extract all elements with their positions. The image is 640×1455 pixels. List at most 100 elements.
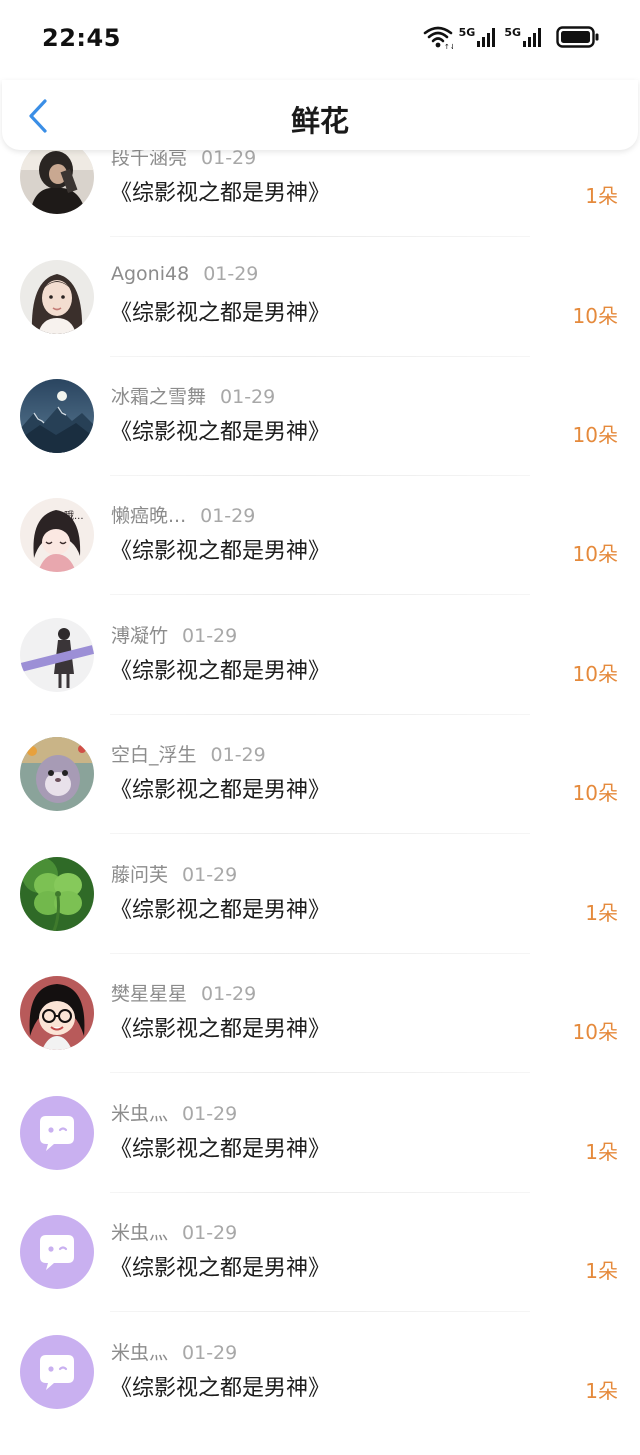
user-name: Agoni48 [111,263,190,285]
date: 01-29 [182,1103,238,1125]
flower-count: 1朵 [585,184,618,208]
date: 01-29 [201,983,257,1005]
user-name: 段千涵亮 [111,147,188,169]
date: 01-29 [182,864,238,886]
date: 01-29 [203,263,259,285]
svg-text:↑↓: ↑↓ [444,43,453,50]
flower-count: 10朵 [572,1020,618,1044]
status-time: 22:45 [42,24,121,52]
divider [110,1072,530,1073]
book-title: 《综影视之都是男神》 [110,539,331,564]
list-item-meta: 米虫灬 01-29 [111,1099,237,1126]
list-item[interactable]: 冰霜之雪舞 01-29 《综影视之都是男神》 10朵 [0,379,640,499]
book-title: 《综影视之都是男神》 [110,1256,331,1281]
list-item[interactable]: Agoni48 01-29 《综影视之都是男神》 10朵 [0,260,640,380]
cartoon-girl-avatar [20,976,94,1050]
list-item-meta: 懒癌晚... 01-29 [111,501,255,528]
user-name: 空白_浮生 [111,744,197,766]
user-name: 樊星星星 [111,983,188,1005]
list-item-meta: 溥凝竹 01-29 [111,621,237,648]
book-title: 《综影视之都是男神》 [110,301,331,326]
divider [110,953,530,954]
list-item-meta: 藤问芙 01-29 [111,860,237,887]
flower-count: 10朵 [572,662,618,686]
book-title: 《综影视之都是男神》 [110,1017,331,1042]
date: 01-29 [210,744,266,766]
date: 01-29 [220,386,276,408]
list-item-meta: Agoni48 01-29 [111,263,258,285]
list-item-meta: 冰霜之雪舞 01-29 [111,382,275,409]
flower-count: 1朵 [585,901,618,925]
user-name: 米虫灬 [111,1342,169,1364]
divider [110,1311,530,1312]
photo-avatar-night [20,379,94,453]
default-chat-avatar [20,1096,94,1170]
status-bar: 22:45 ↑↓ 5G 5G [0,0,640,80]
user-name: 米虫灬 [111,1222,169,1244]
book-title: 《综影视之都是男神》 [110,898,331,923]
date: 01-29 [201,147,257,169]
list-item[interactable]: 樊星星星 01-29 《综影视之都是男神》 10朵 [0,976,640,1096]
divider [110,356,530,357]
user-name: 懒癌晚... [111,505,187,527]
divider [110,475,530,476]
date: 01-29 [200,505,256,527]
user-name: 藤问芙 [111,864,169,886]
battery-icon [556,25,600,49]
list-item[interactable]: 溥凝竹 01-29 《综影视之都是男神》 10朵 [0,618,640,738]
wifi-icon: ↑↓ [423,24,453,50]
user-name: 米虫灬 [111,1103,169,1125]
user-name: 冰霜之雪舞 [111,386,207,408]
photo-avatar-anime: 哦... [20,498,94,572]
flower-list: 段千涵亮 01-29 《综影视之都是男神》 1朵 Agoni48 01-29 《综影… [0,0,640,1421]
flower-count: 10朵 [572,304,618,328]
divider [110,236,530,237]
date: 01-29 [182,1222,238,1244]
book-title: 《综影视之都是男神》 [110,181,331,206]
book-title: 《综影视之都是男神》 [110,659,331,684]
flower-count: 1朵 [585,1259,618,1283]
photo-avatar-dark [20,140,94,214]
list-item-meta: 空白_浮生 01-29 [111,740,266,767]
flower-count: 1朵 [585,1140,618,1164]
photo-avatar-girl [20,260,94,334]
flower-count: 10朵 [572,423,618,447]
clover-avatar [20,857,94,931]
divider [110,1192,530,1193]
list-item[interactable]: 段千涵亮 01-29 《综影视之都是男神》 1朵 [0,140,640,260]
photo-avatar-figure [20,618,94,692]
signal-icon: 5G [459,26,499,48]
photo-avatar-plush [20,737,94,811]
flower-count: 10朵 [572,542,618,566]
default-chat-avatar [20,1215,94,1289]
list-item[interactable]: 米虫灬 01-29 《综影视之都是男神》 1朵 [0,1096,640,1216]
book-title: 《综影视之都是男神》 [110,1137,331,1162]
signal-icon-2: 5G [504,26,544,48]
nav-bar: 鲜花 [2,80,638,150]
divider [110,714,530,715]
default-chat-avatar [20,1335,94,1409]
date: 01-29 [182,625,238,647]
list-item[interactable]: 米虫灬 01-29 《综影视之都是男神》 1朵 [0,1335,640,1455]
book-title: 《综影视之都是男神》 [110,1376,331,1401]
divider [110,833,530,834]
user-name: 溥凝竹 [111,625,169,647]
list-item[interactable]: 米虫灬 01-29 《综影视之都是男神》 1朵 [0,1215,640,1335]
page-title: 鲜花 [290,104,349,138]
divider [110,594,530,595]
list-item[interactable]: 藤问芙 01-29 《综影视之都是男神》 1朵 [0,857,640,977]
book-title: 《综影视之都是男神》 [110,420,331,445]
svg-text:哦...: 哦... [64,510,84,522]
flower-count: 1朵 [585,1379,618,1403]
signal-1-label: 5G [458,26,476,39]
date: 01-29 [182,1342,238,1364]
signal-2-label: 5G [504,26,521,39]
list-item-meta: 米虫灬 01-29 [111,1338,237,1365]
list-item-meta: 米虫灬 01-29 [111,1218,237,1245]
book-title: 《综影视之都是男神》 [110,778,331,803]
list-item-meta: 樊星星星 01-29 [111,979,256,1006]
list-item[interactable]: 哦... 懒癌晚... 01-29 《综影视之都是男神》 10朵 [0,498,640,618]
list-item[interactable]: 空白_浮生 01-29 《综影视之都是男神》 10朵 [0,737,640,857]
status-icons: ↑↓ 5G 5G [423,24,600,50]
flower-count: 10朵 [572,781,618,805]
